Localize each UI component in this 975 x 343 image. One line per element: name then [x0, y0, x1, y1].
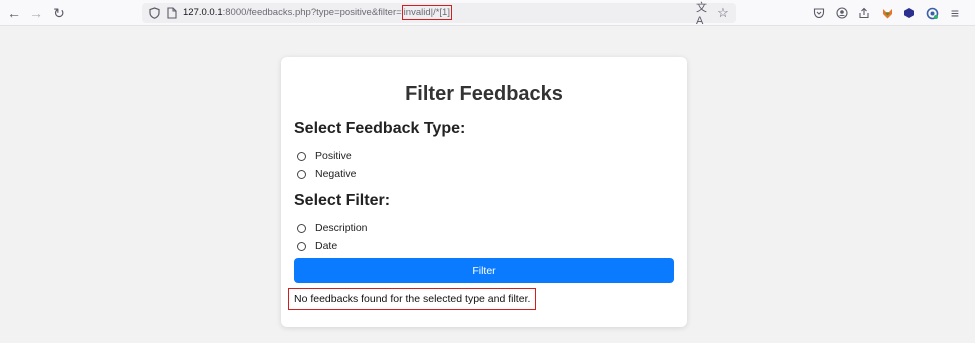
radio-date[interactable]: Date	[297, 240, 337, 252]
radio-date-circle[interactable]	[297, 241, 306, 251]
translate-icon[interactable]: 文A	[696, 2, 712, 27]
browser-toolbar: ← → ↻ 127.0.0.1:8000/feedbacks.php?type=…	[0, 0, 975, 27]
url-path: :8000/feedbacks.php?type=positive&filter…	[222, 7, 402, 18]
radio-positive[interactable]: Positive	[297, 150, 352, 162]
radio-date-label: Date	[315, 240, 338, 252]
pocket-icon[interactable]	[810, 4, 828, 22]
radio-negative-label: Negative	[315, 168, 357, 180]
bookmark-star-icon[interactable]: ☆	[715, 5, 731, 21]
url-text[interactable]: 127.0.0.1:8000/feedbacks.php?type=positi…	[183, 5, 452, 20]
feedback-type-heading: Select Feedback Type:	[294, 120, 466, 137]
gear-extension-icon[interactable]	[923, 4, 941, 22]
url-highlight: invalid|/*[1]	[401, 5, 452, 20]
account-icon[interactable]	[833, 4, 851, 22]
filter-heading: Select Filter:	[294, 192, 391, 209]
radio-negative[interactable]: Negative	[297, 168, 356, 180]
menu-icon[interactable]: ≡	[946, 4, 964, 22]
share-icon[interactable]	[855, 4, 873, 22]
url-host: 127.0.0.1	[183, 7, 223, 18]
forward-icon[interactable]: →	[27, 4, 45, 22]
back-icon[interactable]: ←	[5, 4, 23, 22]
radio-positive-label: Positive	[315, 150, 352, 162]
radio-description[interactable]: Description	[297, 222, 368, 234]
radio-description-label: Description	[315, 222, 368, 234]
fox-extension-icon[interactable]	[878, 4, 896, 22]
address-bar[interactable]: 127.0.0.1:8000/feedbacks.php?type=positi…	[142, 2, 736, 27]
page-info-icon[interactable]	[164, 5, 180, 21]
radio-negative-circle[interactable]	[297, 169, 306, 179]
radio-description-circle[interactable]	[297, 223, 306, 233]
reload-icon[interactable]: ↻	[50, 4, 68, 22]
cube-extension-icon[interactable]	[900, 4, 918, 22]
radio-positive-circle[interactable]	[297, 151, 306, 161]
filter-button[interactable]: Filter	[294, 258, 674, 283]
page-title: Filter Feedbacks	[405, 83, 563, 105]
filter-card: Filter Feedbacks Select Feedback Type: P…	[281, 57, 687, 327]
result-message: No feedbacks found for the selected type…	[288, 288, 537, 310]
shield-icon[interactable]	[146, 5, 162, 21]
